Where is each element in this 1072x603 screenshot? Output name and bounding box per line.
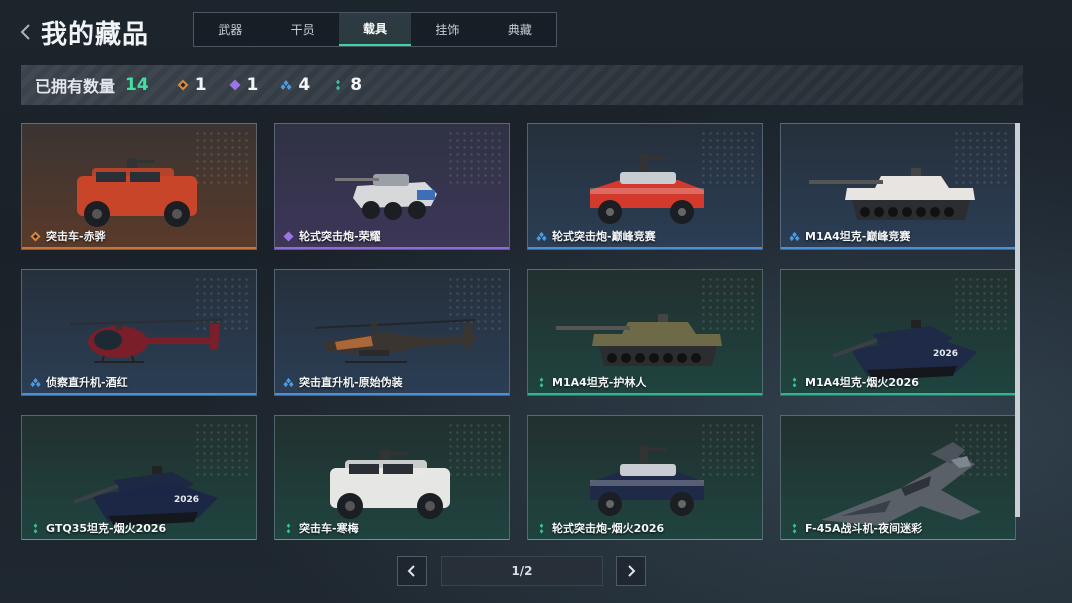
rarity-count-green: 8 <box>332 75 362 95</box>
collection-card[interactable]: F-45A战斗机-夜间迷彩 <box>780 415 1016 540</box>
collection-card[interactable]: M1A4坦克-巅峰竞赛 <box>780 123 1016 250</box>
orange-rarity-icon <box>30 230 41 242</box>
tab-4[interactable]: 典藏 <box>484 13 556 46</box>
collection-card[interactable]: 2026 M1A4坦克-烟火2026 <box>780 269 1016 396</box>
green-rarity-icon <box>286 522 291 534</box>
page-indicator: 1/2 <box>441 556 603 586</box>
rarity-underline <box>528 539 762 540</box>
card-name-row: 突击车-寒梅 <box>283 520 359 536</box>
collection-card[interactable]: 2026 GTQ35坦克-烟火2026 <box>21 415 257 540</box>
rarity-underline <box>781 247 1015 249</box>
rarity-underline <box>275 393 509 395</box>
grid-scrollbar[interactable] <box>1015 123 1020 517</box>
back-icon[interactable] <box>18 20 34 44</box>
scrollbar-thumb[interactable] <box>1015 123 1020 517</box>
chevron-right-icon <box>628 565 636 577</box>
tab-1[interactable]: 干员 <box>266 13 338 46</box>
blue-rarity-icon <box>30 377 41 387</box>
rarity-underline <box>781 539 1015 540</box>
collection-grid: 突击车-赤骅 轮式突击炮-荣耀 轮式突击炮-巅峰竞赛 M1A4坦克-巅峰竞赛侦察直升机… <box>21 123 1017 540</box>
blue-rarity-icon <box>536 231 547 241</box>
rarity-underline <box>22 539 256 540</box>
rarity-underline <box>275 539 509 540</box>
card-name-row: 轮式突击炮-巅峰竞赛 <box>536 228 656 244</box>
purple-rarity-icon <box>283 230 294 242</box>
card-name-row: 轮式突击炮-烟火2026 <box>536 520 664 536</box>
card-name: GTQ35坦克-烟火2026 <box>46 522 167 535</box>
collection-card[interactable]: 轮式突击炮-烟火2026 <box>527 415 763 540</box>
rarity-underline <box>275 247 509 249</box>
svg-text:2026: 2026 <box>174 495 199 505</box>
collection-card[interactable]: 突击车-赤骅 <box>21 123 257 250</box>
rarity-count-value: 1 <box>194 75 207 95</box>
card-name: M1A4坦克-巅峰竞赛 <box>805 230 911 243</box>
green-rarity-icon <box>792 376 797 388</box>
rarity-counts: 1 1 4 8 <box>177 75 384 95</box>
card-name: 突击直升机-原始伪装 <box>299 376 403 389</box>
collection-card[interactable]: 突击车-寒梅 <box>274 415 510 540</box>
green-rarity-icon <box>539 522 544 534</box>
rarity-count-purple: 1 <box>229 75 259 95</box>
owned-count-label: 已拥有数量 <box>35 77 116 96</box>
rarity-underline <box>528 247 762 249</box>
rarity-count-orange: 1 <box>177 75 207 95</box>
collection-card[interactable]: 轮式突击炮-巅峰竞赛 <box>527 123 763 250</box>
purple-diamond-icon <box>229 79 241 91</box>
card-name: 侦察直升机-酒红 <box>46 376 128 389</box>
collection-card[interactable]: 轮式突击炮-荣耀 <box>274 123 510 250</box>
card-name-row: F-45A战斗机-夜间迷彩 <box>789 520 922 536</box>
card-name-row: M1A4坦克-烟火2026 <box>789 374 919 390</box>
card-name-row: 轮式突击炮-荣耀 <box>283 228 381 244</box>
owned-count-total: 14 <box>125 75 149 95</box>
next-page-button[interactable] <box>616 556 646 586</box>
rarity-count-value: 1 <box>246 75 259 95</box>
blue-rarity-icon <box>789 231 800 241</box>
card-name: 突击车-赤骅 <box>46 230 106 243</box>
green-rarity-icon <box>792 522 797 534</box>
blue-rarity-icon <box>283 377 294 387</box>
rarity-underline <box>22 247 256 249</box>
tab-3[interactable]: 挂饰 <box>411 13 483 46</box>
green-diamonds-icon <box>336 79 341 91</box>
page-title: 我的藏品 <box>41 20 150 50</box>
rarity-count-value: 8 <box>350 75 363 95</box>
chevron-left-icon <box>407 565 415 577</box>
green-rarity-icon <box>33 522 38 534</box>
card-name-row: 侦察直升机-酒红 <box>30 374 128 390</box>
collection-card[interactable]: M1A4坦克-护林人 <box>527 269 763 396</box>
card-name: 突击车-寒梅 <box>299 522 359 535</box>
rarity-count-value: 4 <box>298 75 311 95</box>
rarity-underline <box>22 393 256 395</box>
rarity-underline <box>528 393 762 395</box>
card-name: 轮式突击炮-荣耀 <box>299 230 381 243</box>
orange-diamond-icon <box>177 79 189 91</box>
tab-2[interactable]: 载具 <box>338 13 412 46</box>
blue-diamonds-icon <box>280 80 292 90</box>
green-rarity-icon <box>539 376 544 388</box>
category-tabs: 武器 干员 载具 挂饰 典藏 <box>193 12 557 47</box>
card-name-row: M1A4坦克-巅峰竞赛 <box>789 228 910 244</box>
card-name-row: 突击直升机-原始伪装 <box>283 374 403 390</box>
card-name-row: M1A4坦克-护林人 <box>536 374 646 390</box>
svg-text:2026: 2026 <box>933 349 958 359</box>
rarity-count-blue: 4 <box>280 75 310 95</box>
card-name: F-45A战斗机-夜间迷彩 <box>805 522 923 535</box>
card-name-row: GTQ35坦克-烟火2026 <box>30 520 166 536</box>
tab-0[interactable]: 武器 <box>194 13 266 46</box>
rarity-underline <box>781 393 1015 395</box>
card-name: M1A4坦克-烟火2026 <box>805 376 919 389</box>
collection-card[interactable]: 突击直升机-原始伪装 <box>274 269 510 396</box>
owned-summary-bar: 已拥有数量 14 1148 <box>21 65 1023 105</box>
card-name: M1A4坦克-护林人 <box>552 376 647 389</box>
prev-page-button[interactable] <box>397 556 427 586</box>
card-name: 轮式突击炮-巅峰竞赛 <box>552 230 656 243</box>
collection-card[interactable]: 侦察直升机-酒红 <box>21 269 257 396</box>
card-name-row: 突击车-赤骅 <box>30 228 106 244</box>
card-name: 轮式突击炮-烟火2026 <box>552 522 665 535</box>
